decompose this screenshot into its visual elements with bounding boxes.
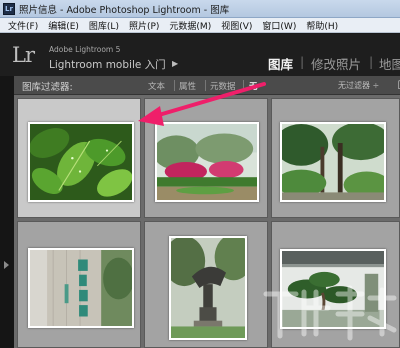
menu-view[interactable]: 视图(V)	[216, 19, 257, 32]
play-arrow-icon[interactable]: ▶	[172, 59, 178, 68]
lightroom-mobile-link[interactable]: Lightroom mobile 入门	[49, 57, 166, 72]
menu-file[interactable]: 文件(F)	[3, 19, 43, 32]
menu-window[interactable]: 窗口(W)	[257, 19, 301, 32]
left-panel-strip[interactable]	[0, 76, 14, 348]
calligraphy-stone-photo[interactable]	[28, 248, 134, 328]
garden-flowers-photo[interactable]	[155, 122, 259, 202]
trees-path-photo[interactable]	[280, 122, 386, 202]
filter-divider	[174, 80, 175, 91]
expand-left-panel-icon[interactable]	[4, 261, 9, 269]
module-separator: |	[369, 54, 374, 69]
filter-divider	[205, 80, 206, 91]
window-title: 照片信息 - Adobe Photoshop Lightroom - 图库	[19, 4, 230, 16]
menu-library[interactable]: 图库(L)	[84, 19, 124, 32]
statue-photo[interactable]	[169, 236, 247, 340]
library-filter-bar: 图库过滤器: 文本 属性 元数据 无 无过滤器 ÷	[14, 76, 400, 95]
menu-edit[interactable]: 编辑(E)	[43, 19, 84, 32]
bonsai-wall-photo[interactable]	[280, 249, 386, 329]
grid-cell[interactable]	[271, 98, 400, 218]
window-titlebar: Lr 照片信息 - Adobe Photoshop Lightroom - 图库	[0, 0, 400, 18]
grid-cell[interactable]	[271, 221, 400, 348]
menu-photo[interactable]: 照片(P)	[124, 19, 164, 32]
lightroom-app-icon: Lr	[3, 2, 15, 15]
filter-text-button[interactable]: 文本	[148, 80, 165, 92]
grid-cell[interactable]	[144, 98, 268, 218]
green-leaves-photo[interactable]	[28, 122, 134, 202]
module-develop[interactable]: 修改照片	[311, 54, 361, 73]
filter-label: 图库过滤器:	[22, 82, 73, 93]
library-grid	[14, 95, 400, 348]
module-library[interactable]: 图库	[268, 54, 293, 73]
lightroom-logo: Lr	[12, 43, 35, 67]
product-name: Adobe Lightroom 5	[49, 45, 121, 54]
menu-metadata[interactable]: 元数据(M)	[164, 19, 216, 32]
module-map[interactable]: 地图	[379, 54, 400, 73]
grid-cell-selected[interactable]	[17, 98, 141, 218]
grid-cell[interactable]	[17, 221, 141, 348]
filter-preset-dropdown[interactable]: 无过滤器 ÷	[338, 80, 379, 91]
filter-metadata-button[interactable]: 元数据	[210, 80, 236, 92]
menu-bar: 文件(F) 编辑(E) 图库(L) 照片(P) 元数据(M) 视图(V) 窗口(…	[0, 18, 400, 33]
menu-help[interactable]: 帮助(H)	[301, 19, 343, 32]
identity-plate: Lr Adobe Lightroom 5 Lightroom mobile 入门…	[0, 34, 400, 76]
grid-cell[interactable]	[144, 221, 268, 348]
filter-divider	[243, 80, 244, 91]
filter-none-button[interactable]: 无	[249, 80, 258, 92]
filter-attribute-button[interactable]: 属性	[179, 80, 196, 92]
module-separator: |	[300, 54, 305, 69]
